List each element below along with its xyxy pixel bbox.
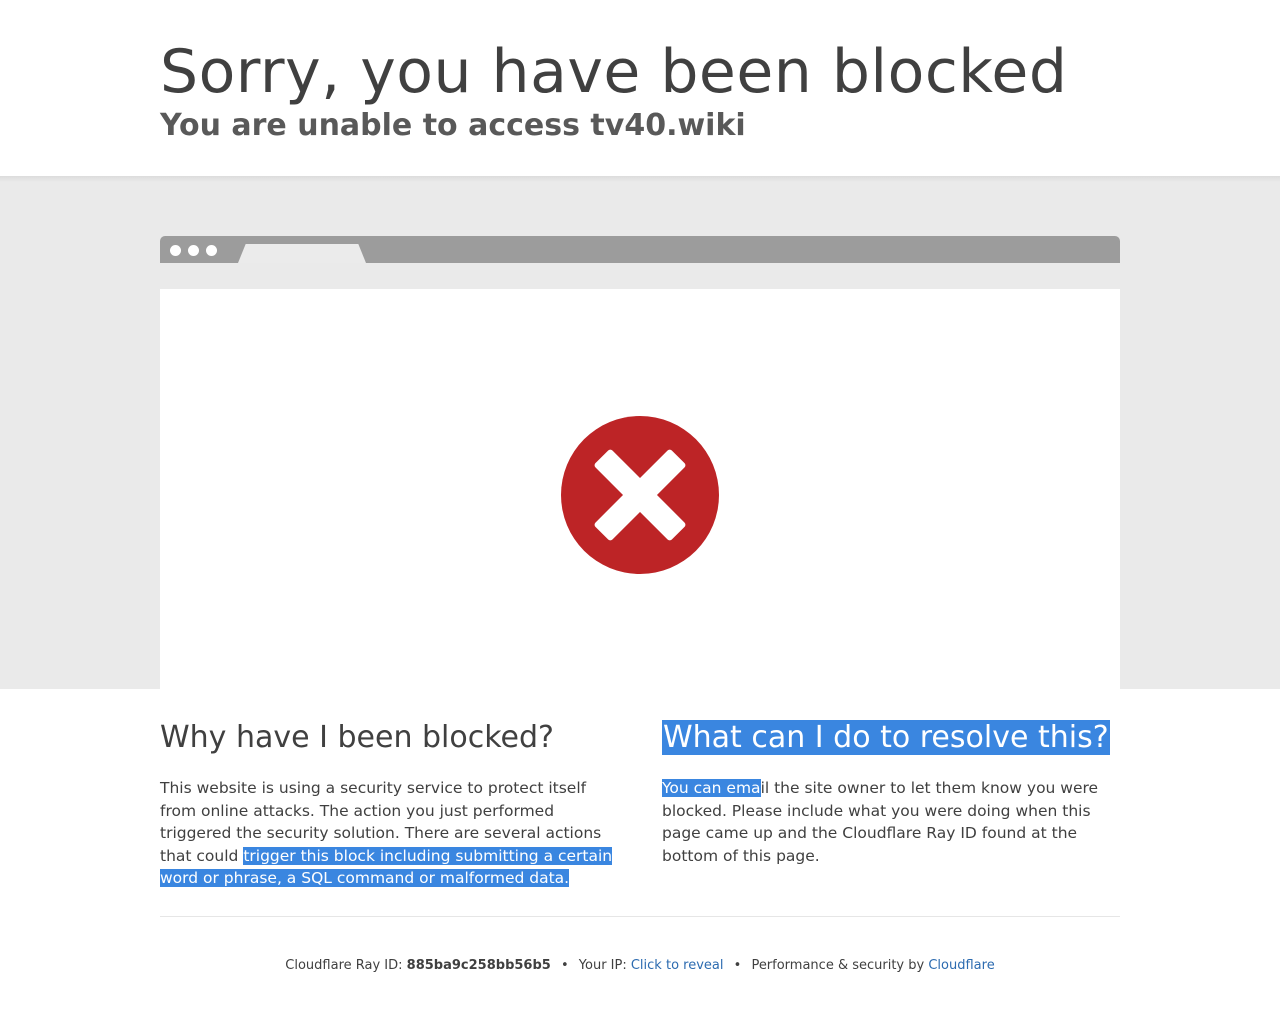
why-blocked-heading: Why have I been blocked?: [160, 720, 554, 755]
error-x-circle-icon: [561, 416, 719, 574]
footer: Cloudflare Ray ID: 885ba9c258bb56b5 • Yo…: [0, 957, 1280, 975]
ip-label: Your IP:: [578, 958, 627, 973]
window-dot-icon: [206, 245, 217, 256]
ray-id-value: 885ba9c258bb56b5: [406, 958, 551, 973]
browser-chrome-gap: [160, 263, 1120, 289]
resolve-heading: What can I do to resolve this?: [662, 718, 1122, 758]
page-title: Sorry, you have been blocked: [160, 37, 1068, 107]
page-subtitle: You are unable to access tv40.wiki: [160, 108, 746, 143]
footer-separator: •: [733, 958, 742, 973]
page: Sorry, you have been blocked You are una…: [0, 0, 1280, 1024]
resolve-section: What can I do to resolve this? You can e…: [662, 718, 1122, 867]
header: Sorry, you have been blocked You are una…: [0, 0, 1280, 176]
resolve-text: You can email the site owner to let them…: [662, 777, 1122, 867]
footer-separator: •: [560, 958, 569, 973]
window-dot-icon: [188, 245, 199, 256]
footer-divider: [160, 916, 1120, 917]
performance-label: Performance & security by: [751, 958, 925, 973]
browser-tab: [238, 244, 366, 263]
cloudflare-link[interactable]: Cloudflare: [928, 958, 994, 973]
window-dot-icon: [170, 245, 181, 256]
resolve-heading-text: What can I do to resolve this?: [662, 720, 1110, 755]
why-blocked-section: Why have I been blocked? This website is…: [160, 718, 620, 890]
ray-id-label: Cloudflare Ray ID:: [285, 958, 403, 973]
why-blocked-text: This website is using a security service…: [160, 777, 620, 890]
band-shadow: [0, 176, 1280, 182]
resolve-text-selected: You can ema: [662, 779, 761, 797]
reveal-ip-link[interactable]: Click to reveal: [631, 958, 724, 973]
